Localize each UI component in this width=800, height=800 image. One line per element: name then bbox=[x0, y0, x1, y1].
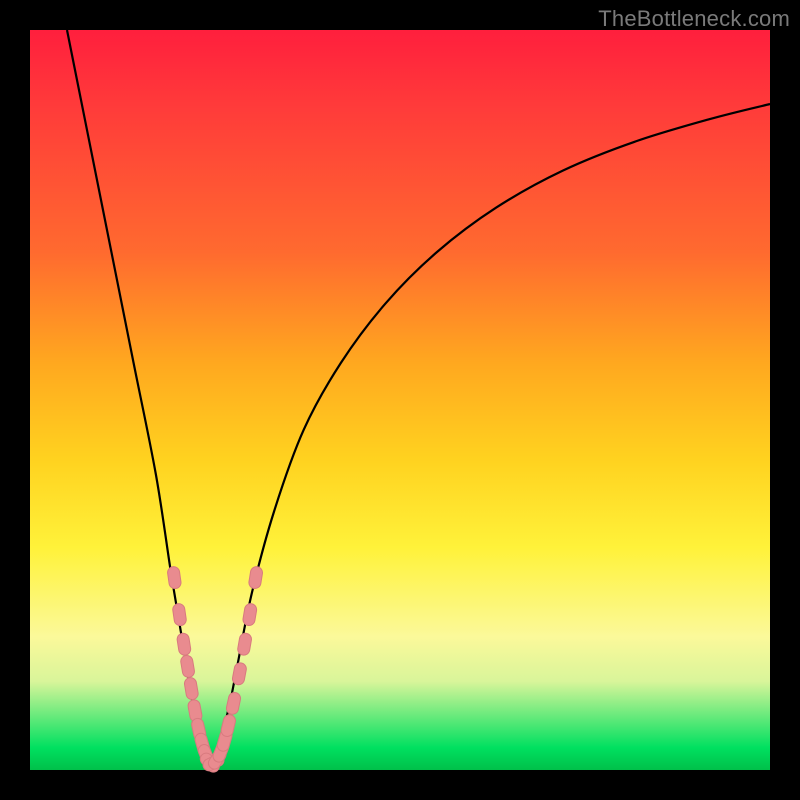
curve-marker bbox=[225, 691, 241, 715]
curve-marker bbox=[180, 655, 195, 679]
curve-marker bbox=[231, 662, 247, 686]
curve-layer bbox=[67, 30, 770, 770]
curve-marker bbox=[167, 566, 182, 589]
curve-marker bbox=[237, 632, 253, 656]
marker-layer bbox=[167, 566, 264, 775]
curve-marker bbox=[176, 632, 191, 656]
curve-marker bbox=[242, 603, 257, 627]
curve-marker bbox=[220, 714, 237, 738]
bottleneck-curve bbox=[67, 30, 770, 770]
curve-marker bbox=[184, 677, 199, 701]
curve-marker bbox=[248, 566, 263, 590]
plot-area bbox=[30, 30, 770, 770]
chart-frame: TheBottleneck.com bbox=[0, 0, 800, 800]
chart-svg bbox=[30, 30, 770, 770]
curve-marker bbox=[172, 603, 187, 626]
watermark-text: TheBottleneck.com bbox=[598, 6, 790, 32]
